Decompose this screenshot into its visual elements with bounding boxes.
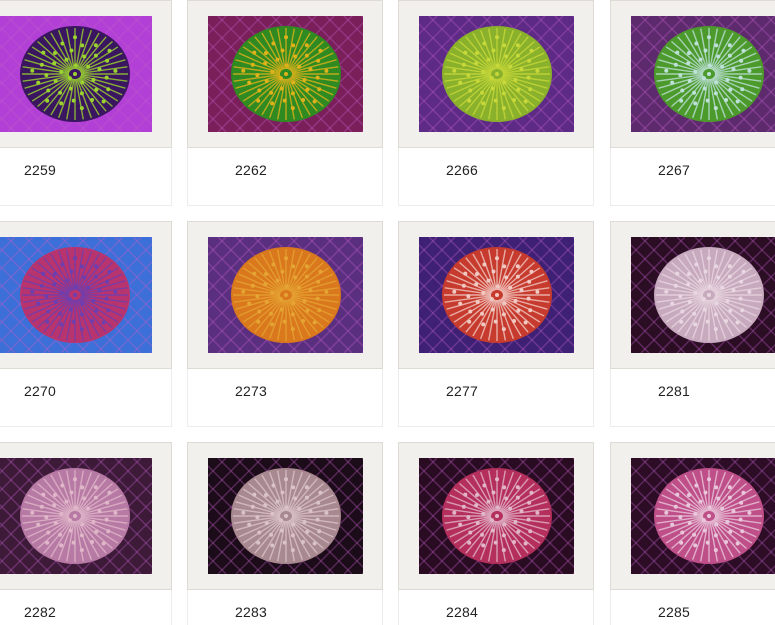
caption-area: 2262 (187, 148, 383, 206)
image-frame (0, 442, 172, 590)
image-frame (187, 442, 383, 590)
caption-area: 2273 (187, 369, 383, 427)
coral-thumbnail[interactable] (0, 16, 152, 132)
item-number: 2283 (235, 604, 267, 620)
coral-thumbnail[interactable] (631, 458, 775, 574)
image-frame (398, 442, 594, 590)
image-frame (0, 221, 172, 369)
gallery-item[interactable]: 2281 (610, 221, 775, 427)
image-frame (610, 442, 775, 590)
image-frame (187, 221, 383, 369)
image-frame (398, 0, 594, 148)
gallery-item[interactable]: 2282 (0, 442, 172, 625)
coral-thumbnail[interactable] (419, 458, 574, 574)
item-number: 2273 (235, 383, 267, 399)
coral-thumbnail[interactable] (419, 237, 574, 353)
item-number: 2270 (24, 383, 56, 399)
coral-thumbnail[interactable] (208, 458, 363, 574)
item-number: 2282 (24, 604, 56, 620)
gallery-item[interactable]: 2273 (187, 221, 383, 427)
image-frame (610, 0, 775, 148)
coral-thumbnail[interactable] (0, 458, 152, 574)
caption-area: 2270 (0, 369, 172, 427)
caption-area: 2266 (398, 148, 594, 206)
image-frame (187, 0, 383, 148)
item-number: 2281 (658, 383, 690, 399)
item-number: 2259 (24, 162, 56, 178)
caption-area: 2284 (398, 590, 594, 625)
caption-area: 2283 (187, 590, 383, 625)
caption-area: 2259 (0, 148, 172, 206)
gallery-item[interactable]: 2270 (0, 221, 172, 427)
caption-area: 2281 (610, 369, 775, 427)
item-number: 2284 (446, 604, 478, 620)
item-number: 2266 (446, 162, 478, 178)
coral-thumbnail[interactable] (631, 237, 775, 353)
gallery-item[interactable]: 2283 (187, 442, 383, 625)
gallery-item[interactable]: 2285 (610, 442, 775, 625)
gallery-item[interactable]: 2266 (398, 0, 594, 206)
item-number: 2262 (235, 162, 267, 178)
item-number: 2285 (658, 604, 690, 620)
coral-gallery-grid: 2259 2262 2266 2267 2270 2273 2277 2281 … (0, 0, 775, 625)
item-number: 2267 (658, 162, 690, 178)
caption-area: 2267 (610, 148, 775, 206)
gallery-item[interactable]: 2267 (610, 0, 775, 206)
gallery-item[interactable]: 2284 (398, 442, 594, 625)
coral-thumbnail[interactable] (208, 237, 363, 353)
item-number: 2277 (446, 383, 478, 399)
gallery-item[interactable]: 2262 (187, 0, 383, 206)
image-frame (610, 221, 775, 369)
coral-thumbnail[interactable] (631, 16, 775, 132)
coral-thumbnail[interactable] (419, 16, 574, 132)
image-frame (398, 221, 594, 369)
coral-thumbnail[interactable] (208, 16, 363, 132)
caption-area: 2277 (398, 369, 594, 427)
gallery-item[interactable]: 2259 (0, 0, 172, 206)
caption-area: 2282 (0, 590, 172, 625)
image-frame (0, 0, 172, 148)
coral-thumbnail[interactable] (0, 237, 152, 353)
caption-area: 2285 (610, 590, 775, 625)
gallery-item[interactable]: 2277 (398, 221, 594, 427)
